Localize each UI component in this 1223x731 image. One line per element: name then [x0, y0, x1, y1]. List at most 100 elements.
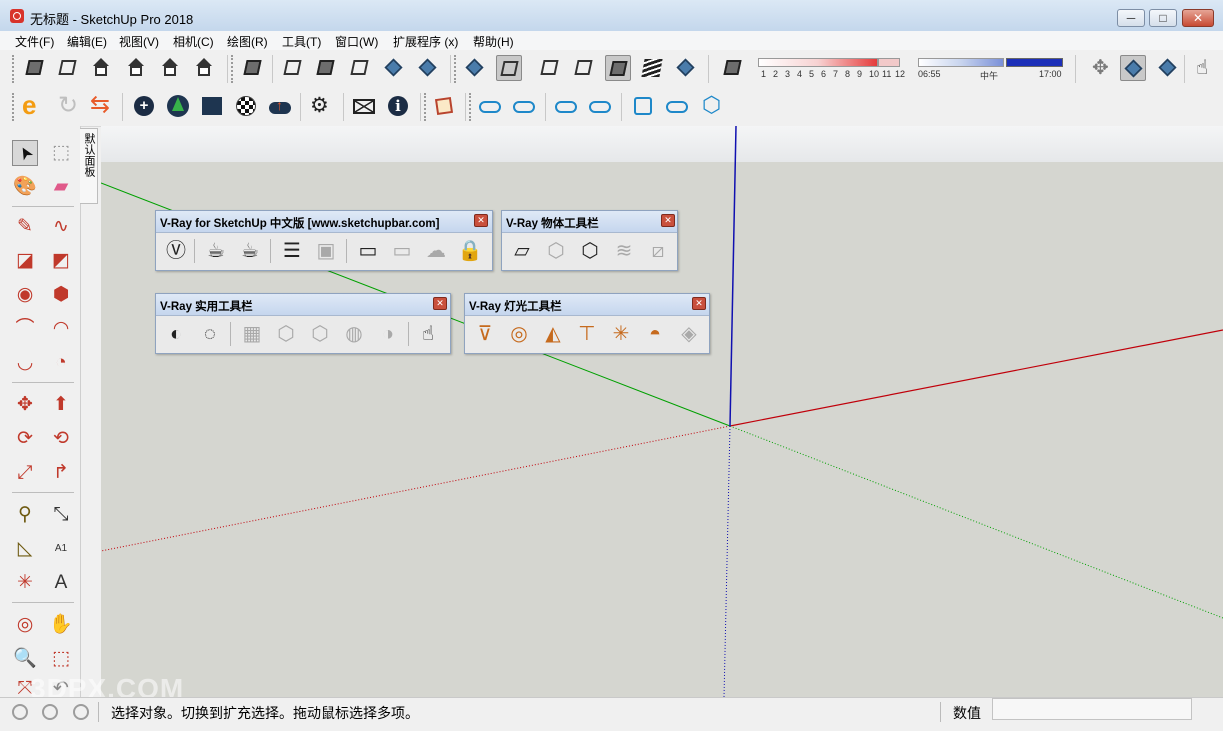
- checker-sphere-grey-icon[interactable]: ◍: [340, 320, 368, 348]
- spot-light-icon[interactable]: ◭: [539, 320, 567, 348]
- panel-header[interactable]: V-Ray 灯光工具栏 ✕: [465, 294, 709, 316]
- axes-tool-icon[interactable]: ✳: [12, 570, 38, 596]
- vray-light-toolbar[interactable]: V-Ray 灯光工具栏 ✕ ⊽ ◎ ◭ ⊤ ✳ ◓ ◈: [464, 293, 710, 354]
- sandbox-tool-icon[interactable]: [1192, 55, 1218, 81]
- panel-close-icon[interactable]: ✕: [692, 297, 706, 310]
- rect-light-icon[interactable]: ⊽: [471, 320, 499, 348]
- paint-bucket-icon[interactable]: 🎨: [12, 174, 38, 200]
- toolbar-grip[interactable]: [469, 93, 475, 121]
- pan-tool-icon[interactable]: ✋: [48, 612, 74, 638]
- checker-sphere-icon[interactable]: [233, 93, 259, 119]
- menu-camera[interactable]: 相机(C): [173, 33, 214, 50]
- cloud-list-icon[interactable]: [587, 93, 613, 119]
- pick-object-icon[interactable]: ☝: [414, 320, 442, 348]
- menu-extensions[interactable]: 扩展程序 (x): [393, 33, 458, 50]
- follow-me-icon[interactable]: ⟲: [48, 426, 74, 452]
- texture-cube-icon[interactable]: ⬡: [306, 320, 334, 348]
- xray-style-icon[interactable]: [240, 55, 266, 81]
- frame-buffer-icon[interactable]: ▣: [312, 237, 340, 265]
- proxy-export-icon[interactable]: ⬡: [542, 237, 570, 265]
- close-button[interactable]: ✕: [1182, 9, 1214, 27]
- clipper-icon[interactable]: ⧄: [644, 237, 672, 265]
- vray-main-toolbar[interactable]: V-Ray for SketchUp 中文版 [www.sketchupbar.…: [155, 210, 493, 271]
- user-account-icon[interactable]: [73, 704, 89, 720]
- polygon-tool-icon[interactable]: ⬢: [48, 282, 74, 308]
- geo-location-icon[interactable]: [12, 704, 28, 720]
- menu-draw[interactable]: 绘图(R): [227, 33, 268, 50]
- section-plane-icon[interactable]: [1088, 55, 1114, 81]
- reset-texture-icon[interactable]: ◑: [374, 320, 402, 348]
- arc-tool-icon[interactable]: ⌒: [12, 316, 38, 342]
- panel-header[interactable]: V-Ray for SketchUp 中文版 [www.sketchupbar.…: [156, 211, 492, 233]
- panel-header[interactable]: V-Ray 实用工具栏 ✕: [156, 294, 450, 316]
- zoom-tool-icon[interactable]: 🔍: [12, 646, 38, 672]
- shaded-textures-style-icon[interactable]: [381, 55, 407, 81]
- rectangle-tool-icon[interactable]: ◪: [12, 248, 38, 274]
- line-tool-icon[interactable]: ✎: [12, 214, 38, 240]
- pie-tool-icon[interactable]: ◔: [48, 350, 74, 376]
- swap-arrows-icon[interactable]: [89, 90, 115, 119]
- select-tool-icon[interactable]: [12, 140, 38, 166]
- minimize-button[interactable]: ─: [1117, 9, 1145, 27]
- proxy-import-icon[interactable]: ⬡: [576, 237, 604, 265]
- display-section-planes-icon[interactable]: [1120, 55, 1146, 81]
- menu-window[interactable]: 窗口(W): [335, 33, 378, 50]
- text-tool-icon[interactable]: A1: [48, 536, 74, 562]
- scale-tool-icon[interactable]: ⤢: [12, 460, 38, 486]
- zoom-window-icon[interactable]: ⬚: [48, 646, 74, 672]
- info-icon[interactable]: [385, 93, 411, 119]
- menu-view[interactable]: 视图(V): [119, 33, 159, 50]
- top-view-icon[interactable]: [55, 55, 81, 81]
- mail-icon[interactable]: [351, 93, 377, 119]
- 3d-text-icon[interactable]: A: [48, 570, 74, 596]
- maximize-button[interactable]: □: [1149, 9, 1177, 27]
- back-view-icon[interactable]: [157, 55, 183, 81]
- add-icon[interactable]: [131, 93, 157, 119]
- toolbar-grip[interactable]: [231, 55, 237, 83]
- mesh-light-icon[interactable]: ◈: [675, 320, 703, 348]
- sphere-light-icon[interactable]: ◎: [505, 320, 533, 348]
- vray-logo-icon[interactable]: Ⓥ: [162, 237, 190, 265]
- orbit-tool-icon[interactable]: ◎: [12, 612, 38, 638]
- menu-file[interactable]: 文件(F): [15, 33, 54, 50]
- credits-icon[interactable]: [42, 704, 58, 720]
- shadow-date-handle[interactable]: [878, 58, 900, 67]
- menu-tools[interactable]: 工具(T): [282, 33, 321, 50]
- wireframe-icon[interactable]: [537, 55, 563, 81]
- uv-grid-icon[interactable]: ▦: [238, 320, 266, 348]
- selection-icon[interactable]: ◌: [196, 320, 224, 348]
- push-pull-icon[interactable]: ⬆: [48, 392, 74, 418]
- hex-box-icon[interactable]: [698, 92, 724, 119]
- iso-view-icon[interactable]: [22, 55, 48, 81]
- back-edges-icon[interactable]: [496, 55, 522, 81]
- texture-box-icon[interactable]: ⬡: [272, 320, 300, 348]
- panel-close-icon[interactable]: ✕: [474, 214, 488, 227]
- protractor-icon[interactable]: ◺: [12, 536, 38, 562]
- tree-icon[interactable]: [165, 93, 191, 119]
- shadows-toggle-icon[interactable]: [720, 55, 746, 81]
- window-icon[interactable]: ▭: [354, 237, 382, 265]
- refresh-icon[interactable]: [55, 91, 81, 120]
- shaded-with-textures-icon[interactable]: [639, 55, 665, 81]
- monochrome-icon[interactable]: [673, 55, 699, 81]
- eraser-icon[interactable]: ▰: [48, 174, 74, 200]
- fur-icon[interactable]: ≋: [610, 237, 638, 265]
- render-region-icon[interactable]: ▭: [388, 237, 416, 265]
- hidden-line-icon[interactable]: [571, 55, 597, 81]
- menu-edit[interactable]: 编辑(E): [67, 33, 107, 50]
- move-tool-icon[interactable]: ✥: [12, 392, 38, 418]
- panel-header[interactable]: V-Ray 物体工具栏 ✕: [502, 211, 677, 233]
- cloud-upload-icon[interactable]: [267, 93, 293, 119]
- vray-utility-toolbar[interactable]: V-Ray 实用工具栏 ✕ ◐ ◌ ▦ ⬡ ⬡ ◍ ◑ ☝: [155, 293, 451, 354]
- tape-measure-icon[interactable]: ⚲: [12, 502, 38, 528]
- asset-editor-icon[interactable]: ☰: [278, 237, 306, 265]
- offset-tool-icon[interactable]: ↱: [48, 460, 74, 486]
- default-tray-tab[interactable]: 默认面板: [80, 128, 98, 204]
- cloud-link-icon[interactable]: [477, 93, 503, 119]
- extension-logo-icon[interactable]: [20, 90, 46, 121]
- color-swatch-icon[interactable]: [199, 93, 225, 119]
- infinite-plane-icon[interactable]: ⏥: [508, 237, 536, 265]
- shaded-style-icon[interactable]: [347, 55, 373, 81]
- omni-light-icon[interactable]: ✳: [607, 320, 635, 348]
- front-view-icon[interactable]: [88, 55, 114, 81]
